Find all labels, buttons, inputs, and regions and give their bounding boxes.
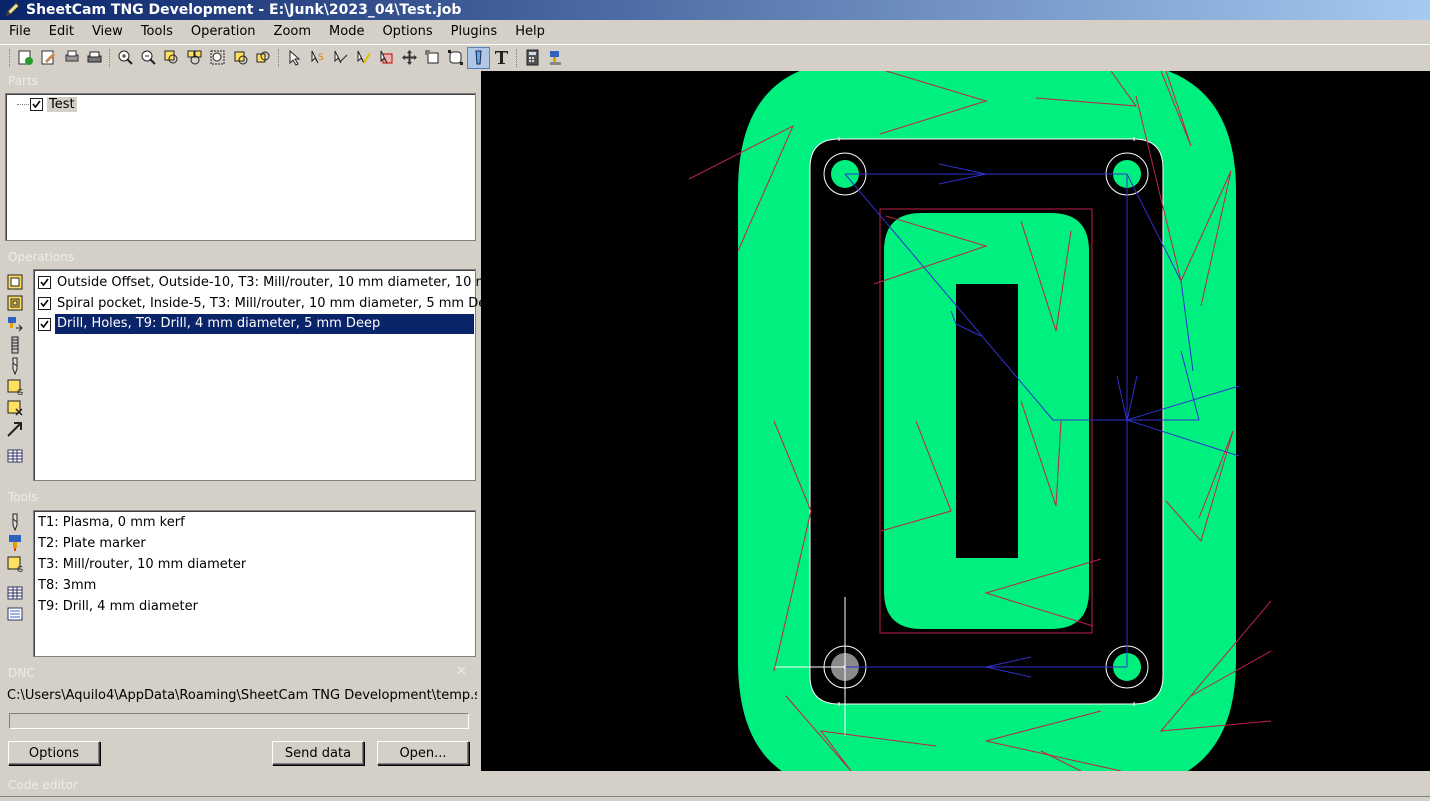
operations-list[interactable]: Outside Offset, Outside-10, T3: Mill/rou… xyxy=(33,269,501,481)
tools-list[interactable]: T1: Plasma, 0 mm kerf T2: Plate marker T… xyxy=(33,510,476,657)
code-editor-title: Code editor xyxy=(4,776,1424,794)
operation-label: Spiral pocket, Inside-5, T3: Mill/router… xyxy=(57,295,499,311)
plasma-tool-icon[interactable] xyxy=(4,532,26,553)
table-icon[interactable] xyxy=(4,445,26,466)
toolbar-separator xyxy=(516,48,518,67)
new-icon[interactable] xyxy=(14,47,37,69)
zoom-window-icon[interactable] xyxy=(183,47,206,69)
operation-item[interactable]: Outside Offset, Outside-10, T3: Mill/rou… xyxy=(38,272,503,292)
operation-checkbox[interactable] xyxy=(38,275,51,289)
svg-text:S: S xyxy=(318,53,324,63)
svg-text:G: G xyxy=(17,388,23,396)
toolbar-separator xyxy=(278,48,280,67)
svg-text:G: G xyxy=(17,565,23,573)
tools-panel-title: Tools xyxy=(4,488,476,506)
toolbar: S xyxy=(0,44,1430,70)
operations-side-toolbar: G xyxy=(4,271,26,466)
gcode-icon[interactable]: G xyxy=(4,376,26,397)
show-toolpath-icon[interactable] xyxy=(467,46,490,69)
drill-op-icon[interactable] xyxy=(4,313,26,334)
select-start-icon[interactable]: S xyxy=(306,47,329,69)
tool-item[interactable]: T3: Mill/router, 10 mm diameter xyxy=(38,554,246,574)
pocket-icon[interactable] xyxy=(4,292,26,313)
menu-help[interactable]: Help xyxy=(506,21,554,43)
menu-bar: File Edit View Tools Operation Zoom Mode… xyxy=(0,21,1430,43)
operation-checkbox[interactable] xyxy=(38,296,51,310)
tool-item[interactable]: T2: Plate marker xyxy=(38,533,146,553)
table-icon[interactable] xyxy=(4,582,26,603)
open-button[interactable]: Open... xyxy=(377,741,469,765)
zoom-part-icon[interactable] xyxy=(160,47,183,69)
toolbar-separator xyxy=(109,48,111,67)
pencil-icon xyxy=(5,2,20,17)
operations-panel-title: Operations xyxy=(4,248,476,266)
menu-options[interactable]: Options xyxy=(373,21,441,43)
edit-icon[interactable] xyxy=(37,47,60,69)
menu-operation[interactable]: Operation xyxy=(182,21,265,43)
close-icon[interactable]: ✕ xyxy=(456,664,470,680)
options-button[interactable]: Options xyxy=(8,741,100,765)
operation-checkbox[interactable] xyxy=(38,317,51,331)
tool-item[interactable]: T8: 3mm xyxy=(38,575,96,595)
print-preview-icon[interactable] xyxy=(60,47,83,69)
dnc-panel-title: DNC xyxy=(4,664,476,682)
dnc-file-path: C:\Users\Aquilo4\AppData\Roaming\SheetCa… xyxy=(7,688,477,703)
dnc-progress-bar xyxy=(9,713,469,729)
rotate-icon[interactable] xyxy=(421,47,444,69)
pan-icon[interactable] xyxy=(398,47,421,69)
outside-cut-region xyxy=(738,71,1236,771)
parts-tree[interactable]: Test xyxy=(5,93,476,241)
operation-item-selected[interactable]: Drill, Holes, T9: Drill, 4 mm diameter, … xyxy=(38,314,474,334)
menu-file[interactable]: File xyxy=(0,21,40,43)
send-data-button[interactable]: Send data xyxy=(272,741,364,765)
select-pointer-icon[interactable] xyxy=(283,47,306,69)
operation-label: Outside Offset, Outside-10, T3: Mill/rou… xyxy=(57,274,501,290)
move-start-icon[interactable] xyxy=(352,47,375,69)
gcode-tool-icon[interactable]: G xyxy=(4,553,26,574)
part-label: Test xyxy=(47,96,77,112)
menu-tools[interactable]: Tools xyxy=(132,21,182,43)
text-icon[interactable] xyxy=(490,47,513,69)
menu-mode[interactable]: Mode xyxy=(320,21,373,43)
mill-tool-icon[interactable] xyxy=(4,355,26,376)
tool-list-icon[interactable] xyxy=(4,334,26,355)
zoom-extents-icon[interactable] xyxy=(229,47,252,69)
mill-tool-icon[interactable] xyxy=(4,511,26,532)
tool-item[interactable]: T9: Drill, 4 mm diameter xyxy=(38,596,198,616)
menu-plugins[interactable]: Plugins xyxy=(442,21,507,43)
code-editor-tabs xyxy=(0,796,1430,801)
pocket-region xyxy=(884,213,1089,629)
toolbar-grip xyxy=(9,48,11,67)
list-icon[interactable] xyxy=(4,603,26,624)
outside-offset-icon[interactable] xyxy=(4,271,26,292)
toolpath-view xyxy=(688,71,1272,771)
select-path-icon[interactable] xyxy=(329,47,352,69)
post-processor-icon[interactable] xyxy=(544,47,567,69)
drawing-canvas[interactable] xyxy=(481,71,1430,771)
zoom-in-icon[interactable] xyxy=(114,47,137,69)
window-title: SheetCam TNG Development - E:\Junk\2023_… xyxy=(26,2,462,18)
part-checkbox[interactable] xyxy=(30,97,43,111)
crop-icon[interactable] xyxy=(375,47,398,69)
zoom-selected-icon[interactable] xyxy=(252,47,275,69)
zoom-fit-icon[interactable] xyxy=(206,47,229,69)
menu-view[interactable]: View xyxy=(83,21,132,43)
delete-op-icon[interactable] xyxy=(4,397,26,418)
scale-icon[interactable] xyxy=(444,47,467,69)
print-icon[interactable] xyxy=(83,47,106,69)
part-item-test[interactable]: Test xyxy=(30,94,77,114)
tool-item[interactable]: T1: Plasma, 0 mm kerf xyxy=(38,512,185,532)
title-bar: SheetCam TNG Development - E:\Junk\2023_… xyxy=(0,0,1430,20)
parts-panel-title: Parts xyxy=(4,72,476,90)
menu-zoom[interactable]: Zoom xyxy=(265,21,320,43)
jump-icon[interactable] xyxy=(4,418,26,439)
operation-item[interactable]: Spiral pocket, Inside-5, T3: Mill/router… xyxy=(38,293,501,313)
tools-side-toolbar: G xyxy=(4,511,26,624)
operation-label: Drill, Holes, T9: Drill, 4 mm diameter, … xyxy=(55,314,474,334)
menu-edit[interactable]: Edit xyxy=(40,21,83,43)
calculator-icon[interactable] xyxy=(521,47,544,69)
zoom-out-icon[interactable] xyxy=(137,47,160,69)
